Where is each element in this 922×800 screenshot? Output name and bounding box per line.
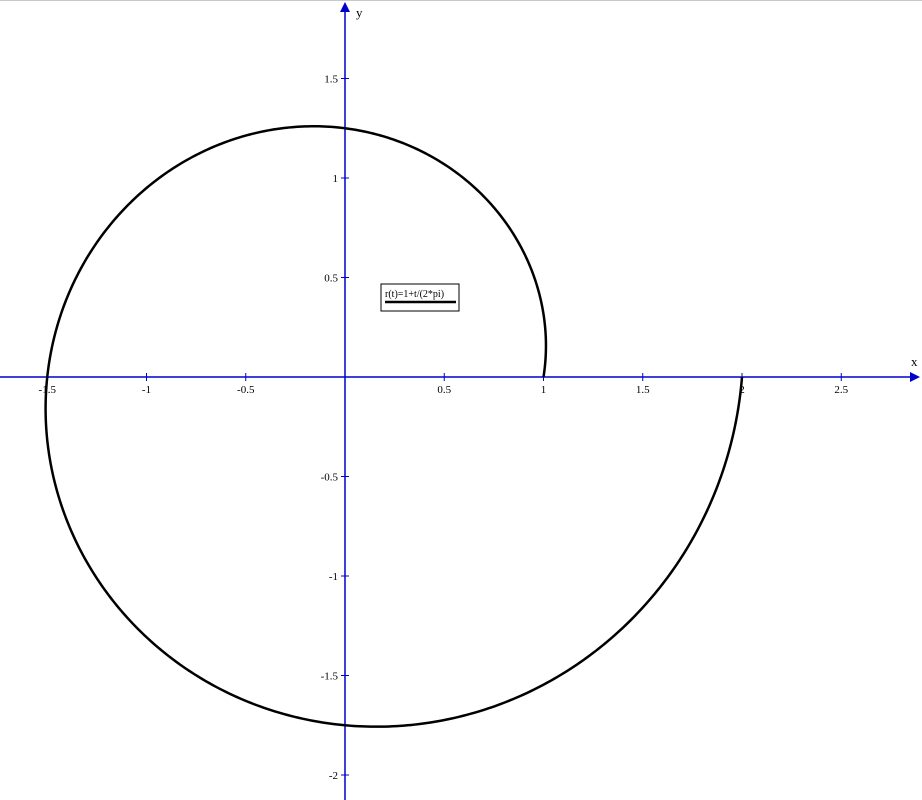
x-tick-label: 2.5: [834, 384, 848, 396]
polar-plot: xy -1.5 -1 -0.5 0.5 1 1.5 2 2.51.510.5-0.5-1-1.…: [0, 0, 922, 800]
ticks: -1.5 -1 -0.5 0.5 1 1.5 2 2.51.510.5-0.5-1-1.5-2: [39, 74, 849, 783]
spiral-curve: [44, 125, 744, 728]
legend-label: r(t)=1+t/(2*pi): [385, 289, 444, 300]
curve-group: [44, 125, 744, 728]
y-tick-label: -1: [329, 571, 338, 583]
y-tick-label: -2: [329, 770, 338, 782]
y-tick-label: 1: [333, 173, 339, 185]
y-tick-label: -1.5: [321, 671, 339, 683]
x-tick-label: 1.5: [636, 384, 650, 396]
y-axis-label: y: [356, 5, 363, 20]
y-axis-arrow: [340, 2, 350, 12]
legend: r(t)=1+t/(2*pi): [380, 283, 460, 312]
x-tick-label: 1: [541, 384, 547, 396]
y-tick-label: 0.5: [324, 273, 338, 285]
x-tick-label: 0.5: [437, 384, 451, 396]
y-tick-label: -0.5: [321, 472, 339, 484]
x-axis-label: x: [911, 354, 918, 369]
x-tick-label: -1: [142, 384, 151, 396]
axes: xy: [0, 2, 920, 800]
y-tick-label: 1.5: [324, 74, 338, 86]
x-tick-label: -0.5: [237, 384, 255, 396]
x-axis-arrow: [910, 372, 920, 382]
